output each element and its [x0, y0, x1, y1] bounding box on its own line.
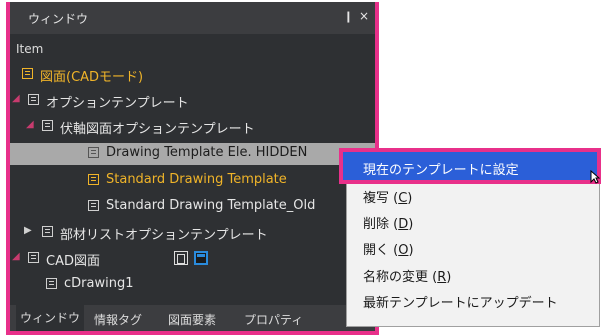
menu-item-rename[interactable]: 名称の変更 (R): [363, 266, 451, 285]
tree-item-cdrawing1[interactable]: cDrawing1: [10, 274, 375, 296]
context-menu: 複写 (C) 削除 (D) 開く (O) 名称の変更 (R) 最新テンプレートに…: [346, 171, 600, 327]
menu-item-text-end: ): [408, 243, 414, 258]
tree-item-label: 図面(CADモード): [40, 70, 144, 85]
menu-item-copy[interactable]: 複写 (C): [363, 187, 412, 206]
template-icon: [88, 174, 99, 185]
tree-item-drawing-cad-mode[interactable]: 図面(CADモード): [10, 64, 375, 86]
menu-item-open[interactable]: 開く (O): [363, 239, 414, 258]
menu-item-text: 最新テンプレートにアップデート: [363, 296, 558, 311]
tree-item-label: cDrawing1: [64, 276, 134, 291]
tab-drawing-elements[interactable]: 図面要素: [168, 311, 216, 328]
menu-item-accelerator: R: [437, 270, 447, 285]
window-mode-active-icon[interactable]: [194, 251, 208, 265]
tab-properties[interactable]: プロパティ: [244, 311, 303, 328]
cad-drawing-icon: [46, 278, 57, 289]
menu-item-accelerator: C: [398, 191, 408, 206]
tree-item-label: Drawing Template Ele. HIDDEN: [106, 145, 308, 160]
expanded-arrow-icon[interactable]: ◢: [26, 119, 34, 130]
tree-item-section-option-templates[interactable]: ◢ 伏軸図面オプションテンプレート: [10, 116, 375, 138]
column-header[interactable]: Item: [10, 40, 375, 60]
menu-item-accelerator: D: [398, 217, 409, 232]
panel-title: ウィンドウ: [28, 12, 89, 26]
collapsed-arrow-icon[interactable]: ▶: [24, 225, 32, 236]
bottom-tab-bar: ウィンドウ 情報タグ 図面要素 プロパティ ◀ ▶: [10, 305, 375, 331]
tree-item-label: Standard Drawing Template_Old: [106, 198, 316, 213]
tree-item-member-list-option-templates[interactable]: ▶ 部材リストオプションテンプレート: [10, 222, 375, 244]
tree-item-label: 伏軸図面オプションテンプレート: [60, 122, 255, 137]
window-mode-icon[interactable]: [174, 251, 188, 265]
menu-item-text: 複写 (: [363, 191, 399, 206]
menu-item-highlighted-label: 現在のテンプレートに設定: [363, 163, 519, 178]
menu-item-text-end: ): [408, 217, 414, 232]
tree-item-standard-drawing-template-old[interactable]: Standard Drawing Template_Old: [10, 196, 375, 218]
tree-item-drawing-template-hidden[interactable]: Drawing Template Ele. HIDDEN: [10, 143, 375, 165]
tab-info-tags[interactable]: 情報タグ: [94, 311, 142, 328]
mouse-cursor-icon: [590, 170, 600, 184]
template-icon: [42, 120, 53, 131]
template-icon: [88, 200, 99, 211]
menu-item-update-latest-template[interactable]: 最新テンプレートにアップデート: [363, 292, 558, 311]
menu-item-accelerator: O: [398, 243, 409, 258]
menu-item-set-current-template[interactable]: 現在のテンプレートに設定: [339, 148, 601, 184]
tree-item-cad-drawings[interactable]: ◢ CAD図面: [10, 248, 375, 270]
menu-item-text-end: ): [446, 270, 452, 285]
menu-item-text-end: ): [407, 191, 413, 206]
expanded-arrow-icon[interactable]: ◢: [12, 251, 20, 262]
template-icon: [42, 226, 53, 237]
tab-window[interactable]: ウィンドウ: [16, 305, 85, 331]
panel-titlebar[interactable]: ウィンドウ ❙ ×: [10, 2, 375, 34]
menu-item-delete[interactable]: 削除 (D): [363, 213, 413, 232]
pin-icon[interactable]: ❙: [344, 10, 353, 23]
tree-item-label: Standard Drawing Template: [106, 172, 287, 187]
tree-item-option-templates[interactable]: ◢ オプションテンプレート: [10, 90, 375, 112]
tree-item-standard-drawing-template[interactable]: Standard Drawing Template: [10, 170, 375, 192]
drawing-icon: [22, 68, 33, 79]
template-icon: [28, 94, 39, 105]
column-header-label: Item: [16, 42, 44, 56]
expanded-arrow-icon[interactable]: ◢: [12, 93, 20, 104]
menu-item-text: 開く (: [363, 243, 399, 258]
tree-item-label: 部材リストオプションテンプレート: [60, 228, 268, 243]
menu-item-text: 名称の変更 (: [363, 270, 438, 285]
cad-drawing-icon: [28, 252, 39, 263]
close-icon[interactable]: ×: [359, 9, 369, 23]
tree-item-label: CAD図面: [46, 254, 100, 269]
template-icon: [88, 147, 99, 158]
window-panel: ウィンドウ ❙ × Item 図面(CADモード) ◢ オプションテンプレート …: [6, 2, 379, 335]
menu-item-text: 削除 (: [363, 217, 399, 232]
tree-item-label: オプションテンプレート: [46, 96, 189, 111]
